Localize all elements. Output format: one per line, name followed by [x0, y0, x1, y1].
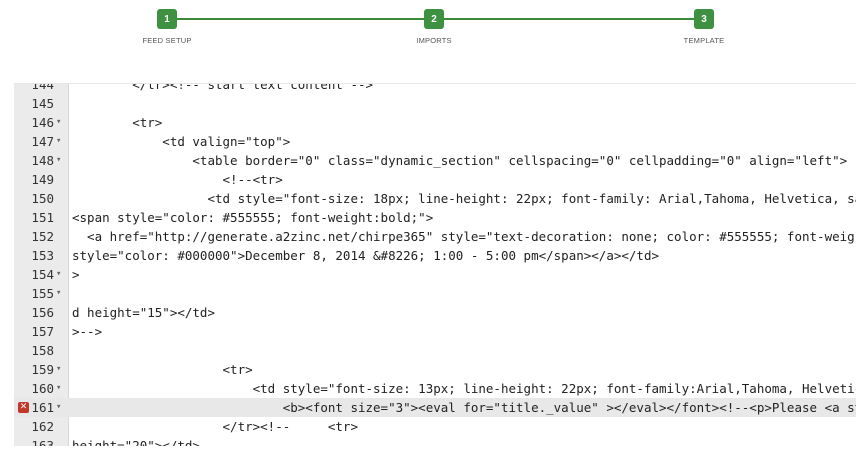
code-line-text[interactable]: <tr>	[72, 113, 162, 132]
line-number: 161	[31, 400, 54, 415]
fold-toggle-icon[interactable]: ▾	[56, 398, 66, 417]
code-line[interactable]: 146 ▾ <tr>	[14, 113, 856, 132]
code-line[interactable]: 162 </tr><!-- <tr>	[14, 417, 856, 436]
code-line[interactable]: 160 ▾ <td style="font-size: 13px; line-he…	[14, 379, 856, 398]
step-1-badge[interactable]: 1	[157, 9, 177, 29]
step-connector-2	[443, 18, 694, 20]
line-number: 148	[31, 153, 54, 168]
line-number: 146	[31, 115, 54, 130]
code-line-text[interactable]: <!--<tr>	[72, 170, 283, 189]
code-line[interactable]: 147 ▾ <td valign="top">	[14, 132, 856, 151]
line-number: 157	[31, 324, 54, 339]
code-line[interactable]: 157 >-->	[14, 322, 856, 341]
line-number: 155	[31, 286, 54, 301]
step-1-label[interactable]: FEED SETUP	[142, 36, 191, 45]
line-number: 154	[31, 267, 54, 282]
code-line-text[interactable]: >	[72, 265, 80, 284]
code-line-text[interactable]: >-->	[72, 322, 102, 341]
fold-toggle-icon[interactable]: ▾	[56, 360, 66, 379]
line-number: 162	[31, 419, 54, 434]
progress-stepper: 1 FEED SETUP 2 IMPORTS 3 TEMPLATE	[0, 0, 863, 60]
code-line[interactable]: 158	[14, 341, 856, 360]
step-3-badge[interactable]: 3	[694, 9, 714, 29]
code-line[interactable]: 155 ▾	[14, 284, 856, 303]
code-line[interactable]: 144 </tr><!-- start text content -->	[14, 83, 856, 94]
step-connector-1	[176, 18, 424, 20]
line-number: 158	[31, 343, 54, 358]
code-line[interactable]: 151 <span style="color: #555555; font-wei…	[14, 208, 856, 227]
step-3-label[interactable]: TEMPLATE	[684, 36, 725, 45]
line-number: 152	[31, 229, 54, 244]
line-number: 145	[31, 96, 54, 111]
code-line-text[interactable]: <span style="color: #555555; font-weight…	[72, 208, 433, 227]
line-number: 147	[31, 134, 54, 149]
fold-toggle-icon[interactable]: ▾	[56, 132, 66, 151]
step-2-badge[interactable]: 2	[424, 9, 444, 29]
code-line[interactable]: 153 style="color: #000000">December 8, 20…	[14, 246, 856, 265]
code-line-text[interactable]: style="color: #000000">December 8, 2014 …	[72, 246, 659, 265]
fold-toggle-icon[interactable]: ▾	[56, 151, 66, 170]
code-line-text[interactable]: d height="15"></td>	[72, 303, 215, 322]
code-line[interactable]: 156 d height="15"></td>	[14, 303, 856, 322]
line-number: 150	[31, 191, 54, 206]
code-line[interactable]: 152 <a href="http://generate.a2zinc.net/…	[14, 227, 856, 246]
code-line-text[interactable]: </tr><!-- <tr>	[72, 417, 358, 436]
code-line[interactable]: 163 height="20"></td>	[14, 436, 856, 446]
code-line[interactable]: 149 <!--<tr>	[14, 170, 856, 189]
line-number: 159	[31, 362, 54, 377]
line-number: 163	[31, 438, 54, 446]
fold-toggle-icon[interactable]: ▾	[56, 379, 66, 398]
code-line[interactable]: 159 ▾ <tr>	[14, 360, 856, 379]
line-number: 144	[31, 83, 54, 92]
line-number: 149	[31, 172, 54, 187]
code-line-text[interactable]: <b><font size="3"><eval for="title._valu…	[72, 398, 856, 417]
line-number: 153	[31, 248, 54, 263]
line-number: 151	[31, 210, 54, 225]
step-2-label[interactable]: IMPORTS	[416, 36, 451, 45]
fold-toggle-icon[interactable]: ▾	[56, 265, 66, 284]
code-line-text[interactable]: <tr>	[72, 360, 253, 379]
fold-toggle-icon[interactable]: ▾	[56, 113, 66, 132]
code-editor[interactable]: 144 </tr><!-- start text content --> 145 1…	[14, 83, 856, 446]
code-line-text[interactable]: <td valign="top">	[72, 132, 290, 151]
line-number: 160	[31, 381, 54, 396]
code-line[interactable]: 148 ▾ <table border="0" class="dynamic_se…	[14, 151, 856, 170]
code-line[interactable]: 150 <td style="font-size: 18px; line-hei…	[14, 189, 856, 208]
code-line-text[interactable]: <td style="font-size: 18px; line-height:…	[72, 189, 856, 208]
code-line[interactable]: 145	[14, 94, 856, 113]
code-line-text[interactable]: height="20"></td>	[72, 436, 200, 446]
code-line[interactable]: 154 ▾ >	[14, 265, 856, 284]
code-line-text[interactable]: <table border="0" class="dynamic_section…	[72, 151, 847, 170]
fold-toggle-icon[interactable]: ▾	[56, 284, 66, 303]
line-number: 156	[31, 305, 54, 320]
code-line-text[interactable]: <td style="font-size: 13px; line-height:…	[72, 379, 856, 398]
code-line[interactable]: ✕ 161 ▾ <b><font size="3"><eval for="title…	[14, 398, 856, 417]
code-line-text[interactable]: <a href="http://generate.a2zinc.net/chir…	[72, 227, 855, 246]
code-line-text[interactable]: </tr><!-- start text content -->	[72, 84, 373, 94]
